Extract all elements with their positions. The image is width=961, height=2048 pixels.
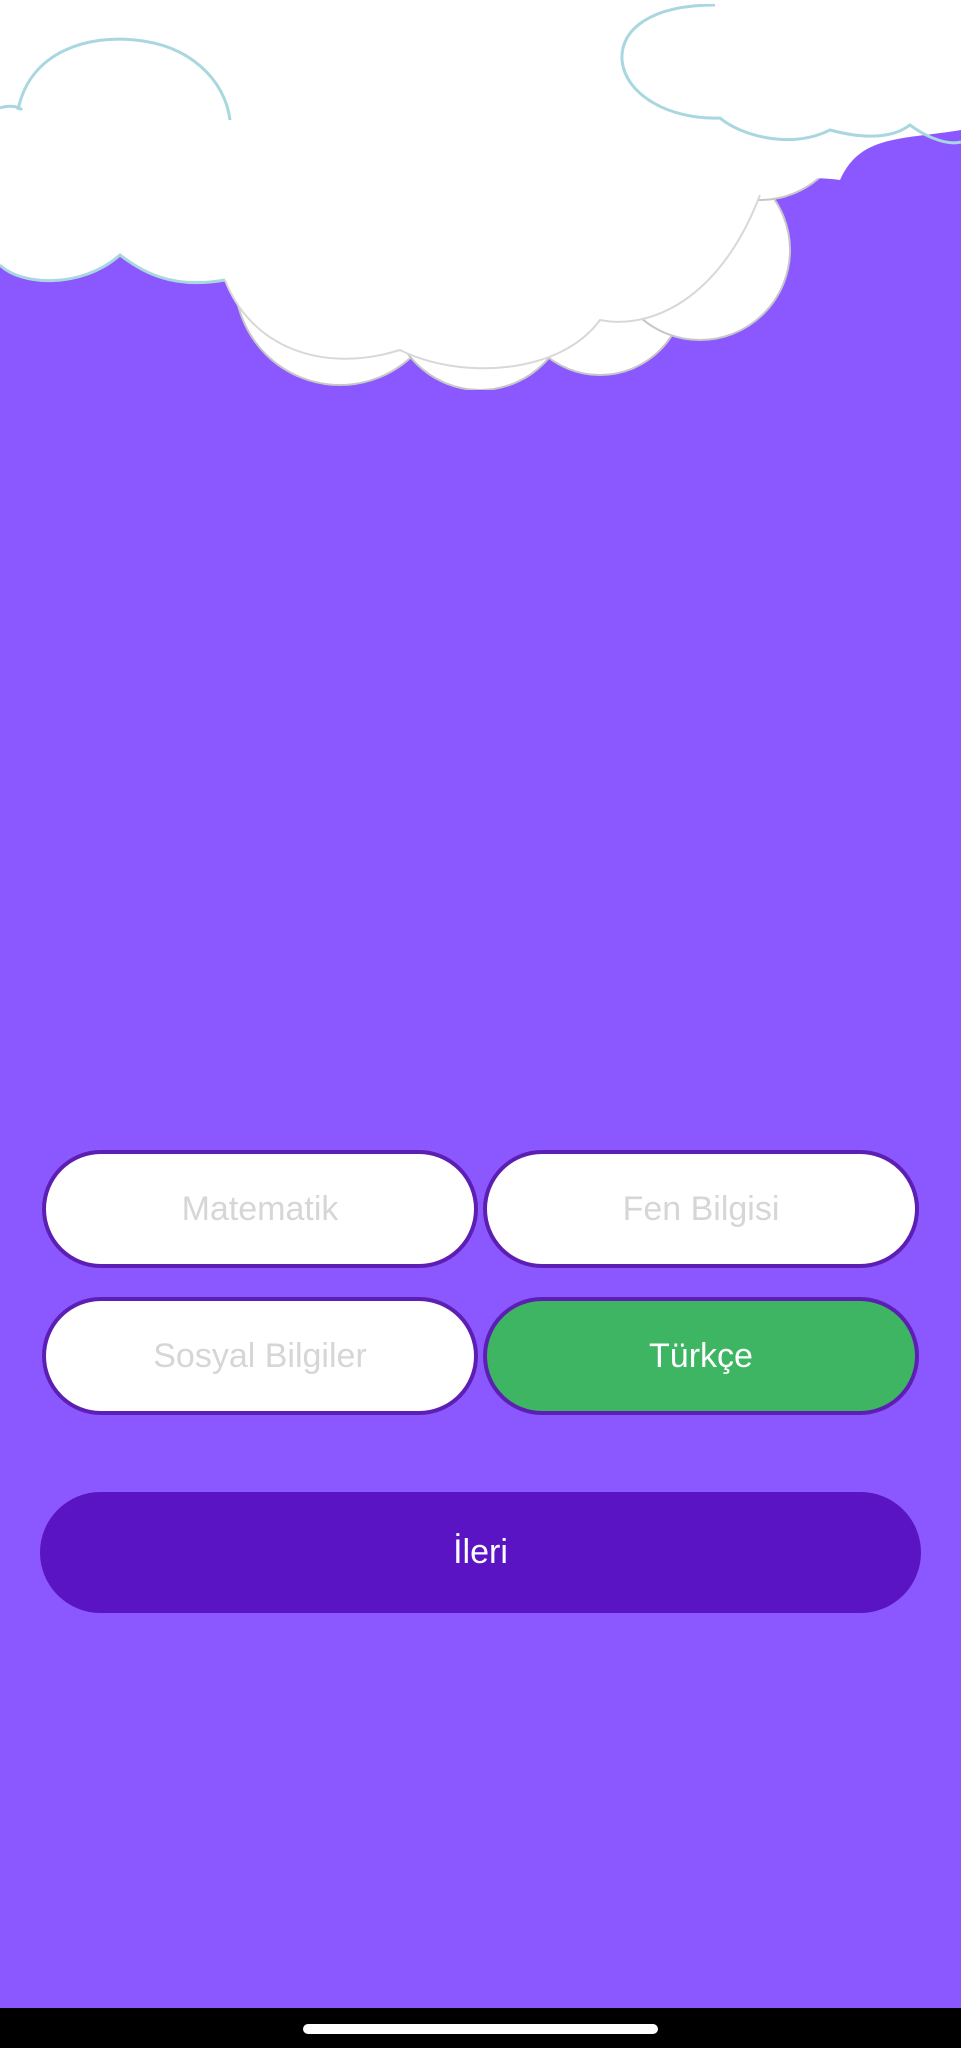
next-button-label: İleri xyxy=(453,1533,508,1571)
next-button[interactable]: İleri xyxy=(40,1492,921,1613)
subject-button-matematik[interactable]: Matematik xyxy=(42,1150,478,1268)
subject-button-fen-bilgisi[interactable]: Fen Bilgisi xyxy=(483,1150,919,1268)
clouds-illustration xyxy=(0,0,961,390)
screen: Matematik Fen Bilgisi Sosyal Bilgiler Tü… xyxy=(0,0,961,2008)
subject-button-turkce[interactable]: Türkçe xyxy=(483,1297,919,1415)
subject-label: Türkçe xyxy=(649,1336,753,1375)
subject-button-sosyal-bilgiler[interactable]: Sosyal Bilgiler xyxy=(42,1297,478,1415)
system-navigation-bar xyxy=(0,2008,961,2048)
home-indicator[interactable] xyxy=(303,2024,658,2034)
subject-label: Fen Bilgisi xyxy=(622,1189,780,1228)
subject-label: Sosyal Bilgiler xyxy=(153,1336,367,1375)
subject-label: Matematik xyxy=(181,1189,339,1228)
